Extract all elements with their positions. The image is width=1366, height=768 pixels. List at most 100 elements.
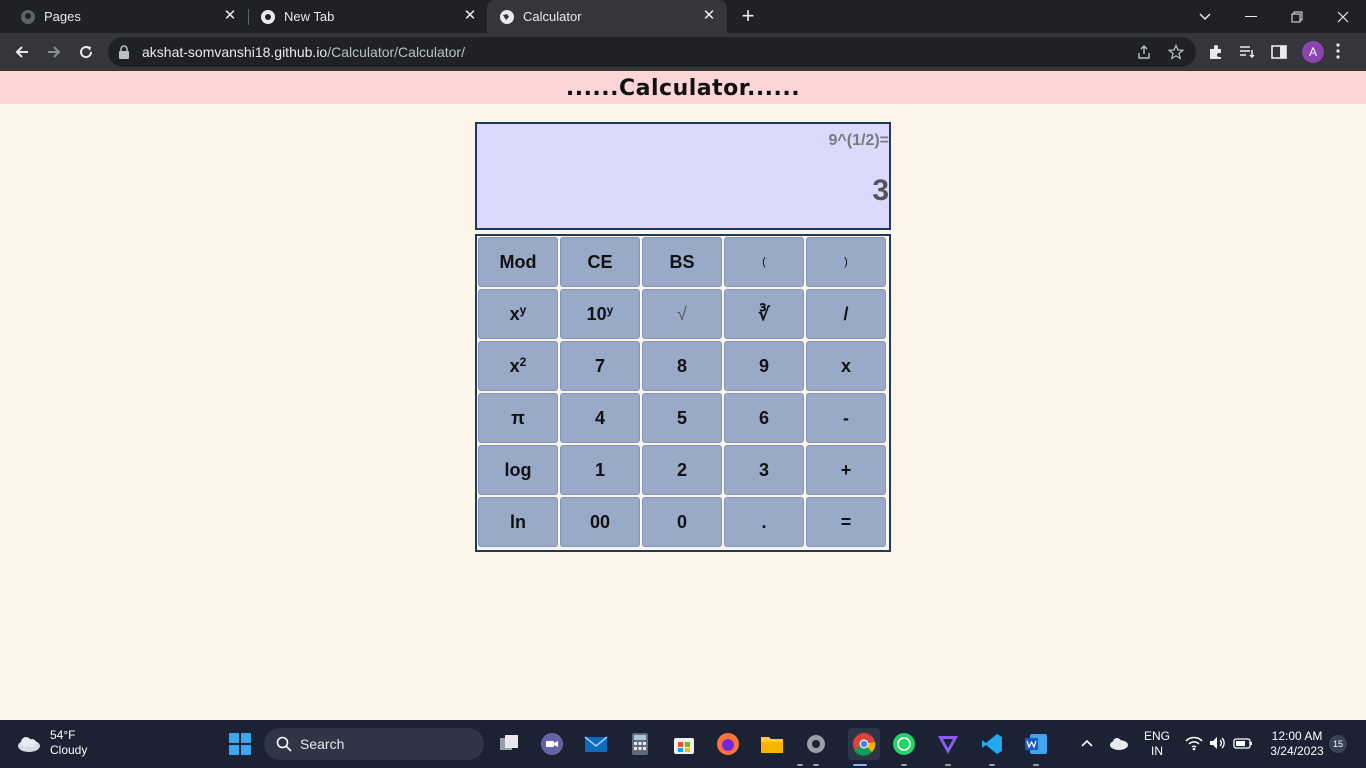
square-exponent: 2 — [519, 355, 527, 369]
firefox-icon[interactable] — [716, 732, 740, 756]
chrome-icon — [260, 9, 276, 25]
chrome-taskbar-icon[interactable] — [848, 728, 880, 760]
chevron-up-icon[interactable] — [1078, 734, 1096, 752]
proton-vpn-icon[interactable] — [936, 732, 960, 756]
result-text: 3 — [872, 174, 889, 207]
close-window-button[interactable] — [1320, 0, 1366, 33]
bookmark-star-icon[interactable] — [1167, 44, 1185, 60]
digit-8-key[interactable]: 8 — [642, 341, 722, 391]
ten-power-exponent: y — [606, 303, 614, 317]
page-title: ......Calculator...... — [565, 76, 801, 101]
digit-7-key[interactable]: 7 — [560, 341, 640, 391]
digit-6-key[interactable]: 6 — [724, 393, 804, 443]
weather-desc: Cloudy — [50, 743, 88, 757]
extensions-puzzle-icon[interactable] — [1207, 43, 1225, 61]
digit-0-key[interactable]: 0 — [642, 497, 722, 547]
decimal-key[interactable]: . — [724, 497, 804, 547]
weather-temp: 54°F — [50, 728, 76, 742]
address-bar[interactable]: akshat-somvanshi18.github.io/Calculator/… — [108, 37, 1196, 67]
tab-title: New Tab — [284, 9, 335, 24]
backspace-key[interactable]: BS — [642, 237, 722, 287]
close-tab-icon[interactable]: ✕ — [222, 8, 238, 24]
page-content: ......Calculator...... 9^(1/2)= 3 Mod CE… — [0, 71, 1366, 720]
running-indicator — [797, 764, 803, 766]
clear-entry-key[interactable]: CE — [560, 237, 640, 287]
double-zero-key[interactable]: 00 — [560, 497, 640, 547]
digit-2-key[interactable]: 2 — [642, 445, 722, 495]
calculator-app-icon[interactable] — [628, 732, 652, 756]
ten-power-base: 10 — [586, 303, 607, 324]
tab-calculator[interactable]: Calculator ✕ — [487, 0, 727, 33]
calculator-display: 9^(1/2)= 3 — [475, 122, 891, 230]
digit-5-key[interactable]: 5 — [642, 393, 722, 443]
ln-key[interactable]: ln — [478, 497, 558, 547]
minimize-button[interactable] — [1228, 0, 1274, 33]
onedrive-cloud-icon[interactable] — [1108, 734, 1130, 752]
browser-toolbar: akshat-somvanshi18.github.io/Calculator/… — [0, 33, 1366, 71]
file-explorer-icon[interactable] — [760, 732, 784, 756]
battery-icon[interactable] — [1232, 734, 1254, 752]
restore-button[interactable] — [1274, 0, 1320, 33]
side-panel-icon[interactable] — [1270, 43, 1288, 61]
square-root-key[interactable]: √ — [642, 289, 722, 339]
ten-power-key[interactable]: 10 y — [560, 289, 640, 339]
store-icon[interactable] — [672, 732, 696, 756]
clock-time: 12:00 AM — [1271, 729, 1323, 743]
cube-root-key[interactable]: ∛ — [724, 289, 804, 339]
power-key[interactable]: xy — [478, 289, 558, 339]
subtract-key[interactable]: - — [806, 393, 886, 443]
divide-key[interactable]: / — [806, 289, 886, 339]
close-tab-icon[interactable]: ✕ — [462, 8, 478, 24]
taskbar-search[interactable]: Search — [264, 728, 484, 760]
tab-pages[interactable]: Pages ✕ — [0, 0, 248, 33]
close-paren-key[interactable]: ) — [806, 237, 886, 287]
windows-taskbar: 54°F Cloudy Search ENG IN 12:00 AM 3/24/… — [0, 720, 1366, 768]
search-placeholder: Search — [300, 736, 345, 752]
more-menu-icon[interactable] — [1336, 43, 1342, 61]
wifi-icon[interactable] — [1184, 734, 1204, 752]
teams-chat-icon[interactable] — [540, 732, 564, 756]
search-icon — [276, 736, 292, 757]
language-indicator[interactable]: ENG IN — [1140, 729, 1174, 759]
close-tab-icon[interactable]: ✕ — [701, 8, 717, 24]
profile-avatar[interactable]: A — [1302, 41, 1324, 63]
tab-new-tab[interactable]: New Tab ✕ — [240, 0, 488, 33]
open-paren-key[interactable]: ( — [724, 237, 804, 287]
url-path: /Calculator/Calculator/ — [327, 44, 465, 60]
new-tab-button[interactable]: + — [738, 5, 758, 27]
pi-key[interactable]: π — [478, 393, 558, 443]
add-key[interactable]: + — [806, 445, 886, 495]
tab-search-icon[interactable] — [1182, 0, 1228, 33]
clock[interactable]: 12:00 AM 3/24/2023 — [1262, 729, 1332, 759]
volume-icon[interactable] — [1208, 734, 1228, 752]
digit-1-key[interactable]: 1 — [560, 445, 640, 495]
forward-arrow-icon[interactable] — [41, 39, 67, 65]
back-arrow-icon[interactable] — [9, 39, 35, 65]
equals-key[interactable]: = — [806, 497, 886, 547]
digit-4-key[interactable]: 4 — [560, 393, 640, 443]
digit-3-key[interactable]: 3 — [724, 445, 804, 495]
language-line-1: ENG — [1143, 729, 1170, 743]
windows-start-icon[interactable] — [228, 732, 252, 756]
notification-badge[interactable]: 15 — [1329, 735, 1347, 753]
mail-icon[interactable] — [584, 732, 608, 756]
log-key[interactable]: log — [478, 445, 558, 495]
whatsapp-icon[interactable] — [892, 732, 916, 756]
tab-title: Pages — [44, 9, 81, 24]
task-view-icon[interactable] — [497, 732, 521, 756]
globe-icon — [499, 9, 515, 25]
expression-text: 9^(1/2)= — [828, 132, 889, 149]
weather-widget[interactable]: 54°F Cloudy — [16, 728, 87, 758]
reading-list-icon[interactable] — [1238, 43, 1256, 61]
reload-icon[interactable] — [73, 39, 99, 65]
running-indicator — [945, 764, 951, 766]
share-icon[interactable] — [1136, 44, 1152, 60]
digit-9-key[interactable]: 9 — [724, 341, 804, 391]
settings-gear-icon[interactable] — [804, 732, 828, 756]
mod-key[interactable]: Mod — [478, 237, 558, 287]
square-key[interactable]: x2 — [478, 341, 558, 391]
word-icon[interactable] — [1024, 732, 1048, 756]
vscode-icon[interactable] — [980, 732, 1004, 756]
multiply-key[interactable]: x — [806, 341, 886, 391]
calculator-keypad: Mod CE BS ( ) xy 10 y √ ∛ / x2 7 8 9 x π … — [475, 234, 891, 552]
